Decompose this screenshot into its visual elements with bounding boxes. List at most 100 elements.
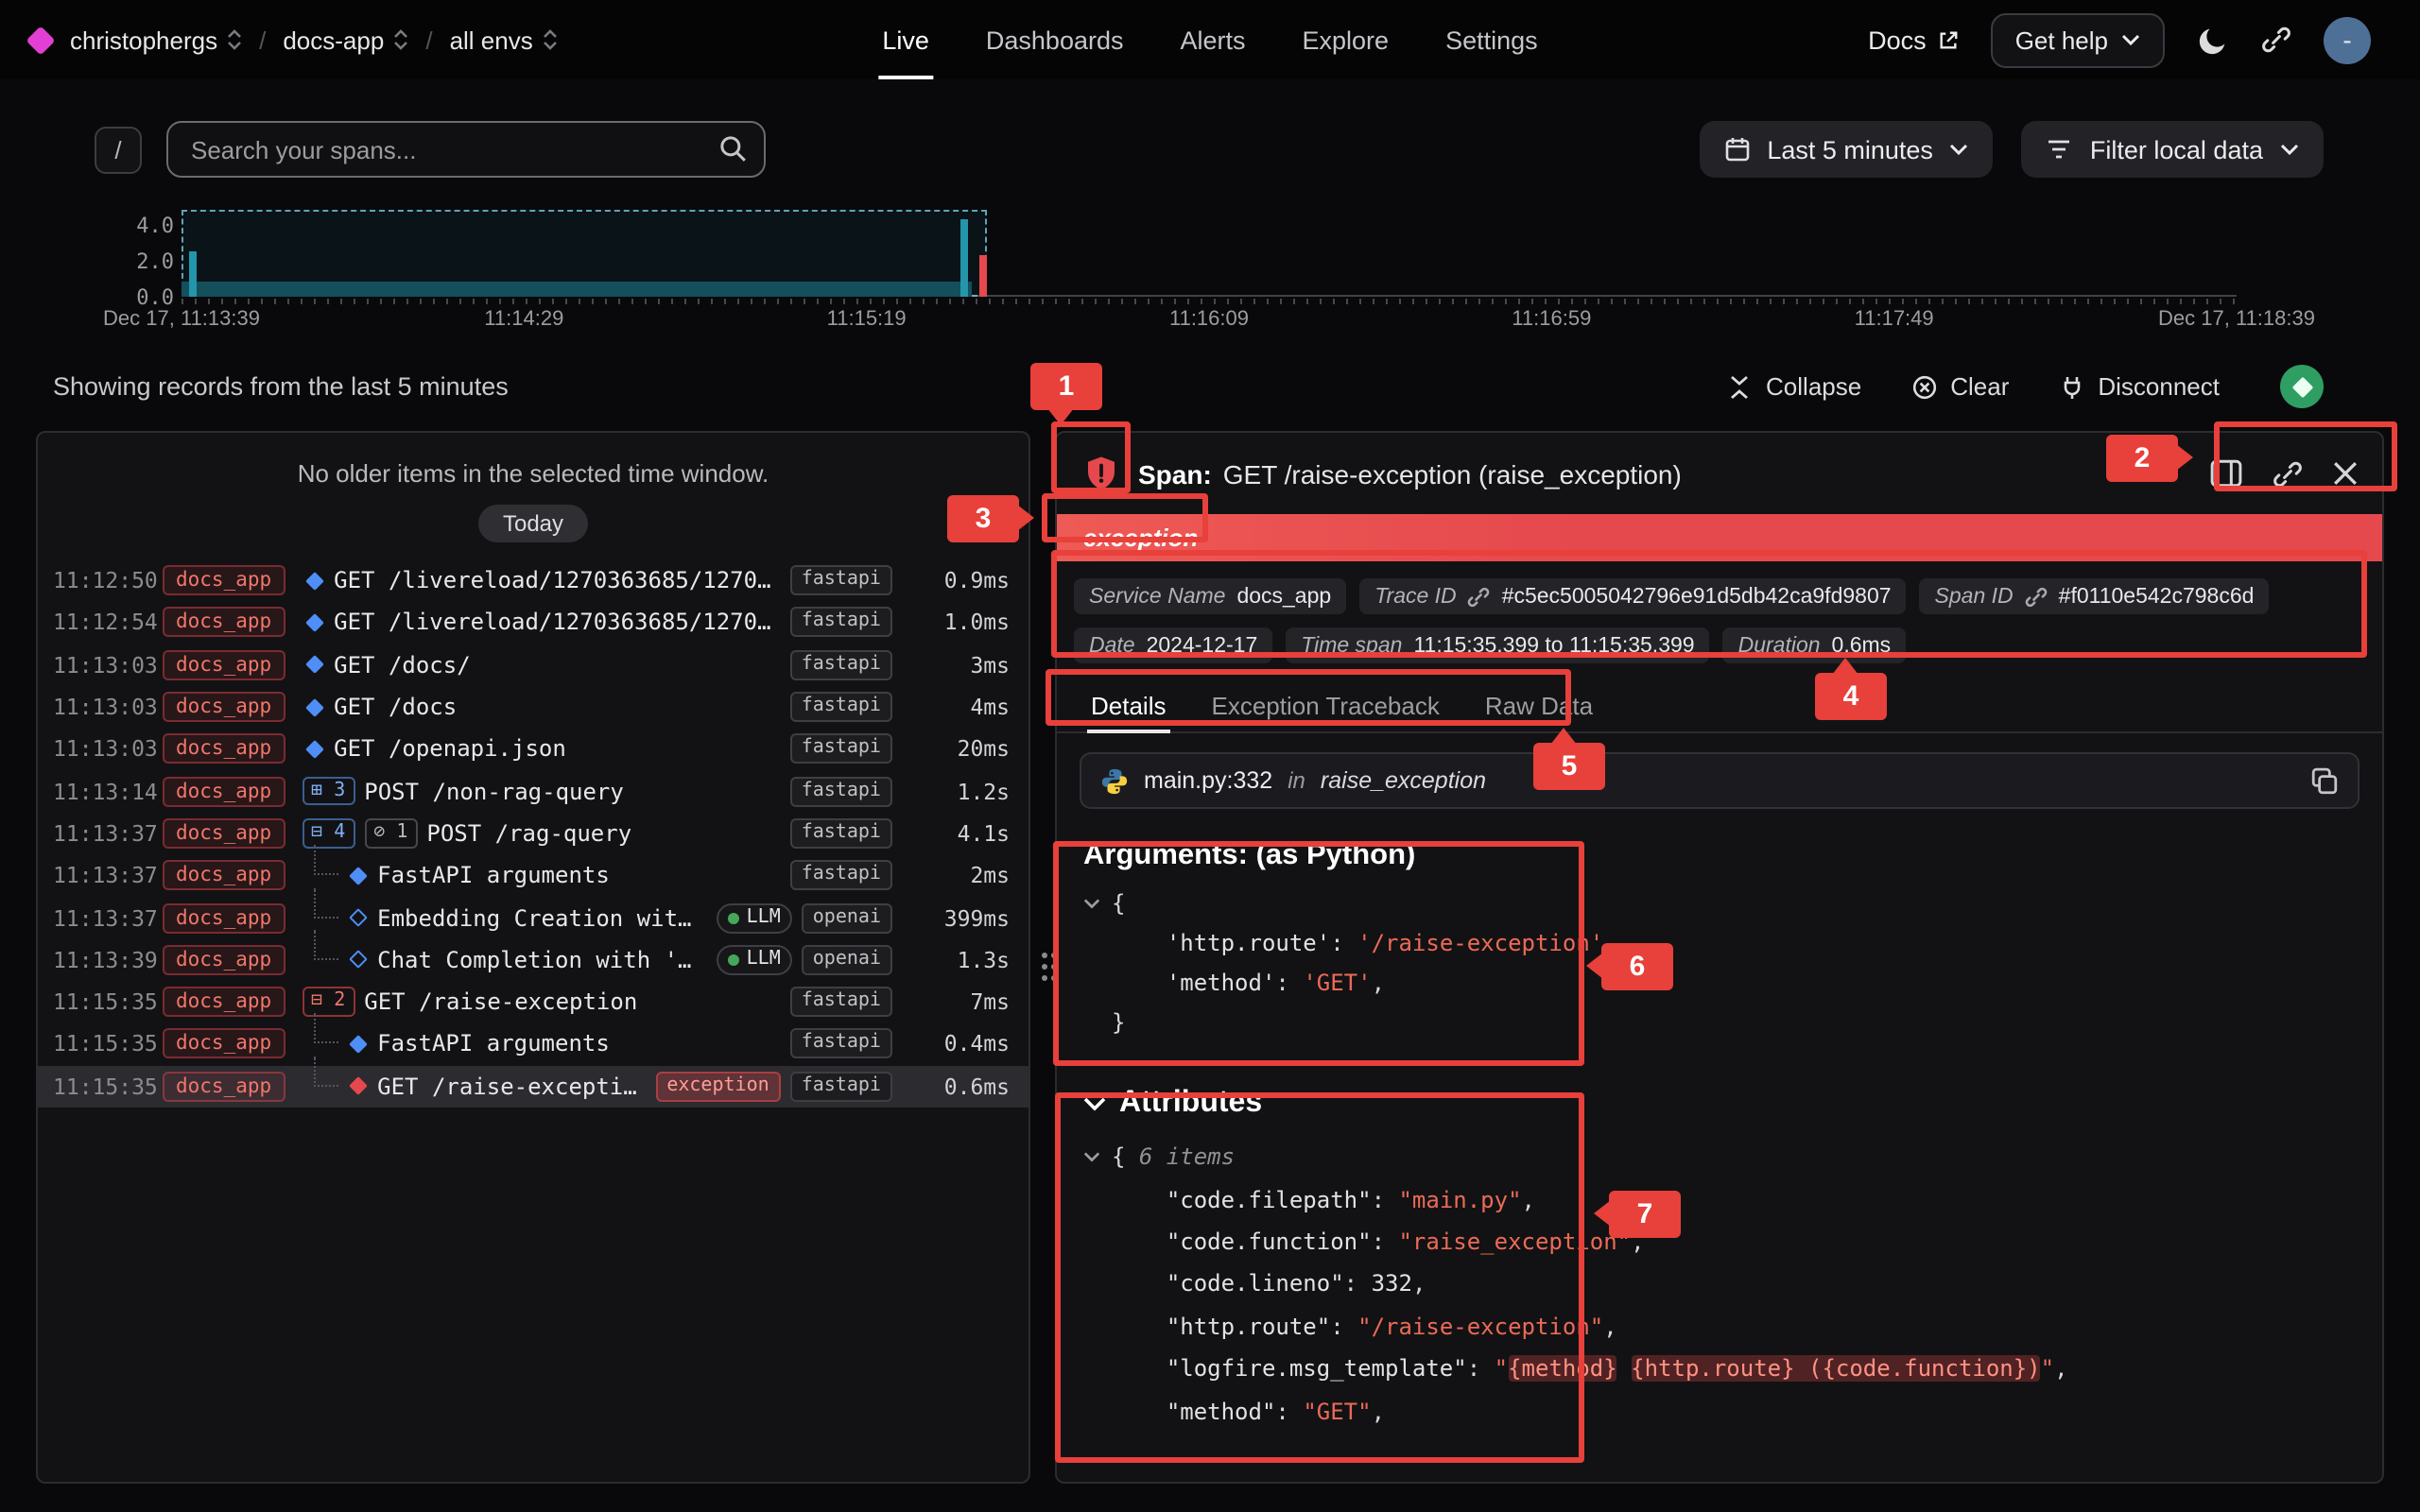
trace-row[interactable]: 11:15:35docs_appGET /raise-exception …ex… xyxy=(38,1065,1028,1108)
get-help-label: Get help xyxy=(2015,26,2108,54)
service-tag: docs_app xyxy=(163,649,285,679)
attributes-line: "code.function": "raise_exception", xyxy=(1083,1221,2356,1263)
code-indent xyxy=(1112,1228,1167,1255)
trace-row[interactable]: 11:13:03docs_appGET /docs/fastapi3ms xyxy=(38,644,1028,686)
panel-resize-handle[interactable] xyxy=(1032,945,1055,987)
breadcrumb-env[interactable]: all envs xyxy=(450,26,558,54)
attributes-line: "code.filepath": "main.py", xyxy=(1083,1178,2356,1221)
code-token: : xyxy=(1344,1271,1372,1297)
children-count-badge[interactable]: ⊟ 4 xyxy=(302,818,354,848)
histogram-plot[interactable] xyxy=(182,202,2237,297)
children-count-badge[interactable]: ⊟ 2 xyxy=(302,988,354,1017)
row-title: FastAPI arguments xyxy=(377,862,610,888)
exception-shield-icon xyxy=(1081,454,1121,493)
scope-tag: fastapi xyxy=(790,734,892,765)
code-key: "logfire.msg_template" xyxy=(1167,1355,1467,1382)
trace-row[interactable]: 11:13:39docs_appChat Completion with '…L… xyxy=(38,938,1028,981)
y-tick-label: 4.0 xyxy=(8,215,174,239)
detail-tab-details[interactable]: Details xyxy=(1068,679,1189,731)
code-chevron-icon[interactable] xyxy=(1083,1151,1112,1162)
code-key: "method" xyxy=(1167,1398,1276,1424)
service-tag: docs_app xyxy=(163,818,285,849)
filter-button[interactable]: Filter local data xyxy=(2022,121,2324,178)
code-string xyxy=(1617,1355,1631,1382)
pending-badge[interactable]: ⊘ 1 xyxy=(364,818,417,848)
row-duration: 2ms xyxy=(904,862,1010,888)
arguments-line: 'method': 'GET', xyxy=(1083,962,2356,1002)
close-panel-button[interactable] xyxy=(2333,461,2358,486)
nav-tabs: Live Dashboards Alerts Explore Settings xyxy=(882,0,1537,79)
share-link-button[interactable] xyxy=(2261,25,2291,55)
clear-button[interactable]: Clear xyxy=(1910,372,2009,401)
search-box xyxy=(166,121,766,178)
service-tag: docs_app xyxy=(163,902,285,933)
scope-tag: fastapi xyxy=(790,649,892,679)
live-status-button[interactable] xyxy=(2280,365,2324,408)
code-indent xyxy=(1112,969,1167,995)
service-name-label: Service Name xyxy=(1089,585,1225,608)
avatar[interactable]: - xyxy=(2324,16,2371,63)
code-token: { xyxy=(1112,1143,1139,1170)
detail-tab-raw-data[interactable]: Raw Data xyxy=(1462,679,1616,731)
span-name: GET /raise-exception (raise_exception) xyxy=(1223,458,1682,489)
attributes-line: "logfire.msg_template": "{method} {http.… xyxy=(1083,1348,2356,1390)
nav-tab-settings[interactable]: Settings xyxy=(1445,0,1538,79)
service-tag: docs_app xyxy=(163,1071,285,1101)
row-duration: 20ms xyxy=(904,736,1010,763)
source-file[interactable]: main.py:332 xyxy=(1144,767,1272,794)
panel-layout-button[interactable] xyxy=(2210,459,2242,488)
detail-tab-exception-traceback[interactable]: Exception Traceback xyxy=(1189,679,1462,731)
scope-tag: fastapi xyxy=(790,1029,892,1059)
search-input[interactable] xyxy=(166,121,766,178)
trace-row[interactable]: 11:13:37docs_appFastAPI argumentsfastapi… xyxy=(38,854,1028,897)
code-indent xyxy=(1112,1355,1167,1382)
scope-tag: fastapi xyxy=(790,987,892,1017)
nav-tab-explore[interactable]: Explore xyxy=(1303,0,1390,79)
trace-id-pill[interactable]: Trace ID#c5ec5005042796e91d5db42ca9fd980… xyxy=(1359,578,1906,614)
disconnect-button[interactable]: Disconnect xyxy=(2058,372,2220,401)
attributes-heading-text: Attributes xyxy=(1119,1087,1262,1121)
moon-icon xyxy=(2197,24,2229,56)
metadata-row-1: Service Namedocs_app Trace ID#c5ec500504… xyxy=(1074,578,2365,614)
trace-row[interactable]: 11:15:35docs_app⊟ 2GET /raise-exceptionf… xyxy=(38,981,1028,1023)
row-title: FastAPI arguments xyxy=(377,1031,610,1057)
trace-row[interactable]: 11:13:37docs_appEmbedding Creation wit…L… xyxy=(38,897,1028,939)
nav-tab-dashboards[interactable]: Dashboards xyxy=(986,0,1124,79)
external-link-icon xyxy=(1938,29,1959,50)
trace-row[interactable]: 11:12:50docs_appGET /livereload/12703636… xyxy=(38,559,1028,602)
trace-row[interactable]: 11:13:03docs_appGET /openapi.jsonfastapi… xyxy=(38,728,1028,770)
code-key: "code.filepath" xyxy=(1167,1186,1372,1212)
copy-button[interactable] xyxy=(2310,766,2339,795)
filter-icon xyxy=(2047,138,2073,161)
breadcrumb-project[interactable]: docs-app xyxy=(283,26,408,54)
exception-diamond-icon xyxy=(348,1077,367,1096)
nav-tab-alerts[interactable]: Alerts xyxy=(1180,0,1245,79)
trace-row[interactable]: 11:15:35docs_appFastAPI argumentsfastapi… xyxy=(38,1023,1028,1066)
time-range-button[interactable]: Last 5 minutes xyxy=(1699,121,1994,178)
llm-dot-icon xyxy=(728,954,739,966)
status-bar: Showing records from the last 5 minutes … xyxy=(53,365,2324,408)
attributes-heading[interactable]: Attributes xyxy=(1083,1087,2356,1121)
nav-tab-live[interactable]: Live xyxy=(882,0,929,79)
dark-mode-toggle[interactable] xyxy=(2197,24,2229,56)
trace-row[interactable]: 11:13:14docs_app⊞ 3POST /non-rag-queryfa… xyxy=(38,770,1028,813)
code-token: : xyxy=(1372,1228,1399,1255)
breadcrumb-org[interactable]: christophergs xyxy=(70,26,242,54)
link-icon xyxy=(1468,585,1491,608)
get-help-button[interactable]: Get help xyxy=(1991,12,2165,67)
service-tag: docs_app xyxy=(163,608,285,638)
collapse-button[interactable]: Collapse xyxy=(1726,372,1861,401)
span-id-pill[interactable]: Span ID#f0110e542c798c6d xyxy=(1920,578,2270,614)
trace-row[interactable]: 11:13:03docs_appGET /docsfastapi4ms xyxy=(38,686,1028,729)
trace-row[interactable]: 11:12:54docs_appGET /livereload/12703636… xyxy=(38,602,1028,644)
code-chevron-icon[interactable] xyxy=(1083,897,1112,908)
logfire-logo-icon[interactable] xyxy=(26,25,55,54)
row-title: GET /livereload/1270363685/1270… xyxy=(334,567,770,593)
today-button[interactable]: Today xyxy=(478,505,588,542)
row-time: 11:15:35 xyxy=(53,988,163,1015)
trace-row[interactable]: 11:13:37docs_app⊟ 4⊘ 1POST /rag-queryfas… xyxy=(38,813,1028,855)
docs-link[interactable]: Docs xyxy=(1868,26,1959,54)
copy-span-link-button[interactable] xyxy=(2273,458,2303,489)
children-count-badge[interactable]: ⊞ 3 xyxy=(302,777,354,806)
row-title: Embedding Creation wit… xyxy=(377,904,691,931)
